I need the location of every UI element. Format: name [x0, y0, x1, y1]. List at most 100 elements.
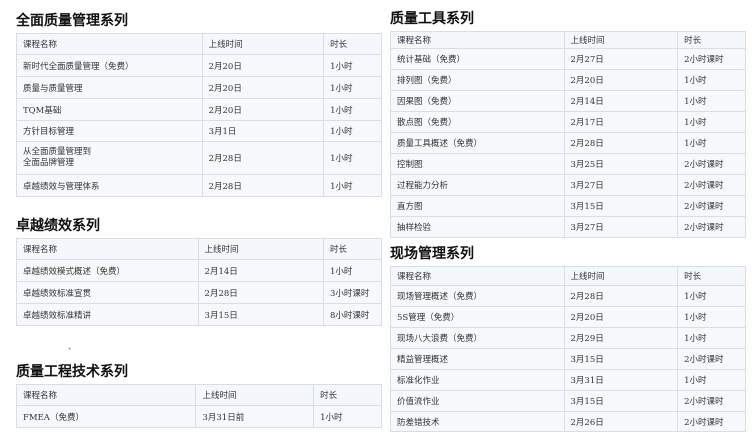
cell-course-name: 质量与质量管理 [16, 76, 203, 99]
table-row: 精益管理概述 3月15日 2小时课时 [390, 348, 746, 370]
table-row: 卓越绩效模式概述（免费） 2月14日 1小时 [16, 259, 382, 282]
cell-online-date: 3月15日 [563, 348, 679, 370]
cell-online-date: 2月27日 [563, 48, 679, 70]
table-header-row: 课程名称 上线时间 时长 [16, 238, 382, 260]
table-row: FMEA（免费） 3月31日前 1小时 [15, 405, 382, 428]
cell-course-name: 控制图 [390, 153, 565, 175]
cell-course-name: 现场管理概述（免费） [390, 285, 565, 307]
table-body: FMEA（免费） 3月31日前 1小时 [15, 405, 382, 428]
table-row: 排列图（免费） 2月20日 1小时 [390, 69, 746, 91]
table-row: 从全面质量管理到 全面品牌管理 2月28日 1小时 [16, 141, 382, 175]
table-header-row: 课程名称 上线时间 时长 [390, 266, 746, 286]
table-row: 过程能力分析 3月27日 2小时课时 [390, 174, 746, 196]
table-row: 卓越绩效与管理体系 2月28日 1小时 [16, 174, 382, 197]
cell-course-name: FMEA（免费） [15, 405, 197, 428]
table-row: 直方图 3月15日 2小时课时 [390, 195, 746, 217]
stray-mark: 、 [68, 342, 76, 351]
col-header-name: 课程名称 [15, 384, 197, 406]
table-row: TQM基础 2月20日 1小时 [16, 98, 382, 121]
cell-course-name: 卓越绩效标准精讲 [16, 303, 199, 326]
table-row: 标准化作业 3月31日 1小时 [390, 369, 746, 391]
cell-duration: 3小时课时 [323, 281, 382, 304]
cell-online-date: 2月28日 [197, 281, 325, 304]
cell-online-date: 2月17日 [563, 111, 679, 133]
cell-online-date: 2月28日 [201, 141, 325, 175]
cell-course-name: 方针目标管理 [16, 120, 203, 142]
cell-course-name: 卓越绩效与管理体系 [16, 174, 203, 197]
cell-course-name: 散点图（免费） [390, 111, 565, 133]
cell-online-date: 2月28日 [563, 132, 679, 154]
section-excellence: 卓越绩效系列 课程名称 上线时间 时长 卓越绩效模式概述（免费） 2月14日 1小时… [16, 218, 382, 326]
cell-online-date: 2月28日 [563, 285, 679, 307]
cell-course-name: 5S管理（免费） [390, 306, 565, 328]
table-row: 现场管理概述（免费） 2月28日 1小时 [390, 285, 746, 307]
cell-duration: 2小时课时 [677, 153, 746, 175]
section-title: 质量工具系列 [390, 11, 474, 27]
cell-online-date: 3月15日 [563, 195, 679, 217]
table-body: 新时代全面质量管理（免费） 2月20日 1小时 质量与质量管理 2月20日 1小时 TQM基… [16, 54, 382, 197]
cell-course-name: 统计基础（免费） [390, 48, 565, 70]
cell-course-name: 从全面质量管理到 全面品牌管理 [16, 141, 203, 175]
cell-course-name: 因果图（免费） [390, 90, 565, 112]
cell-duration: 1小时 [323, 141, 382, 175]
cell-duration: 2小时课时 [677, 195, 746, 217]
table-row: 控制图 3月25日 2小时课时 [390, 153, 746, 175]
cell-course-name: 质量工具概述（免费） [390, 132, 565, 154]
table-header-row: 课程名称 上线时间 时长 [15, 384, 382, 406]
table-row: 价值流作业 3月15日 2小时课时 [390, 390, 746, 412]
cell-duration: 1小时 [323, 54, 382, 77]
table-row: 5S管理（免费） 2月20日 1小时 [390, 306, 746, 328]
cell-duration: 1小时 [313, 405, 382, 428]
col-header-date: 上线时间 [201, 33, 325, 55]
cell-online-date: 3月31日 [563, 369, 679, 391]
col-header-date: 上线时间 [563, 31, 679, 49]
table-row: 因果图（免费） 2月14日 1小时 [390, 90, 746, 112]
col-header-duration: 时长 [677, 31, 746, 49]
cell-duration: 1小时 [677, 369, 746, 391]
cell-duration: 1小时 [677, 285, 746, 307]
cell-duration: 1小时 [677, 69, 746, 91]
cell-course-name: 卓越绩效模式概述（免费） [16, 259, 199, 282]
cell-course-name: 过程能力分析 [390, 174, 565, 196]
col-header-duration: 时长 [323, 33, 382, 55]
cell-course-name: 直方图 [390, 195, 565, 217]
table-row: 抽样检验 3月27日 2小时课时 [390, 216, 746, 238]
cell-online-date: 3月27日 [563, 174, 679, 196]
cell-online-date: 3月31日前 [195, 405, 315, 428]
cell-duration: 2小时课时 [677, 48, 746, 70]
section-title: 质量工程技术系列 [16, 364, 128, 380]
col-header-duration: 时长 [323, 238, 382, 260]
section-tools: 质量工具系列 课程名称 上线时间 时长 统计基础（免费） 2月27日 2小时课时 排列… [390, 11, 746, 238]
table-row: 防差错技术 2月26日 2小时课时 [390, 411, 746, 432]
cell-course-name: 抽样检验 [390, 216, 565, 238]
cell-duration: 1小时 [677, 327, 746, 349]
section-onsite: 现场管理系列 课程名称 上线时间 时长 现场管理概述（免费） 2月28日 1小时 5S… [390, 246, 746, 432]
cell-course-name: 价值流作业 [390, 390, 565, 412]
table-row: 统计基础（免费） 2月27日 2小时课时 [390, 48, 746, 70]
cell-duration: 2小时课时 [677, 411, 746, 432]
cell-online-date: 3月1日 [201, 120, 325, 142]
cell-duration: 8小时课时 [323, 303, 382, 326]
table-row: 现场八大浪费（免费） 2月29日 1小时 [390, 327, 746, 349]
cell-online-date: 2月20日 [563, 69, 679, 91]
table-body: 现场管理概述（免费） 2月28日 1小时 5S管理（免费） 2月20日 1小时 现场八大浪费… [390, 285, 746, 432]
cell-online-date: 2月26日 [563, 411, 679, 432]
section-tqm: 全面质量管理系列 课程名称 上线时间 时长 新时代全面质量管理（免费） 2月20日… [16, 13, 382, 197]
col-header-duration: 时长 [677, 266, 746, 286]
table-header-row: 课程名称 上线时间 时长 [390, 31, 746, 49]
course-table: 课程名称 上线时间 时长 FMEA（免费） 3月31日前 1小时 [15, 384, 382, 428]
cell-course-name: 精益管理概述 [390, 348, 565, 370]
cell-course-name: 现场八大浪费（免费） [390, 327, 565, 349]
table-row: 质量工具概述（免费） 2月28日 1小时 [390, 132, 746, 154]
cell-duration: 1小时 [323, 174, 382, 197]
cell-online-date: 2月20日 [201, 76, 325, 99]
section-title: 全面质量管理系列 [16, 13, 128, 29]
cell-duration: 2小时课时 [677, 348, 746, 370]
cell-course-name: 新时代全面质量管理（免费） [16, 54, 203, 77]
col-header-date: 上线时间 [197, 238, 325, 260]
cell-online-date: 2月20日 [201, 98, 325, 121]
cell-duration: 1小时 [323, 120, 382, 142]
cell-course-name: TQM基础 [16, 98, 203, 121]
course-table: 课程名称 上线时间 时长 卓越绩效模式概述（免费） 2月14日 1小时 卓越绩效标准宣… [16, 238, 382, 326]
col-header-date: 上线时间 [563, 266, 679, 286]
